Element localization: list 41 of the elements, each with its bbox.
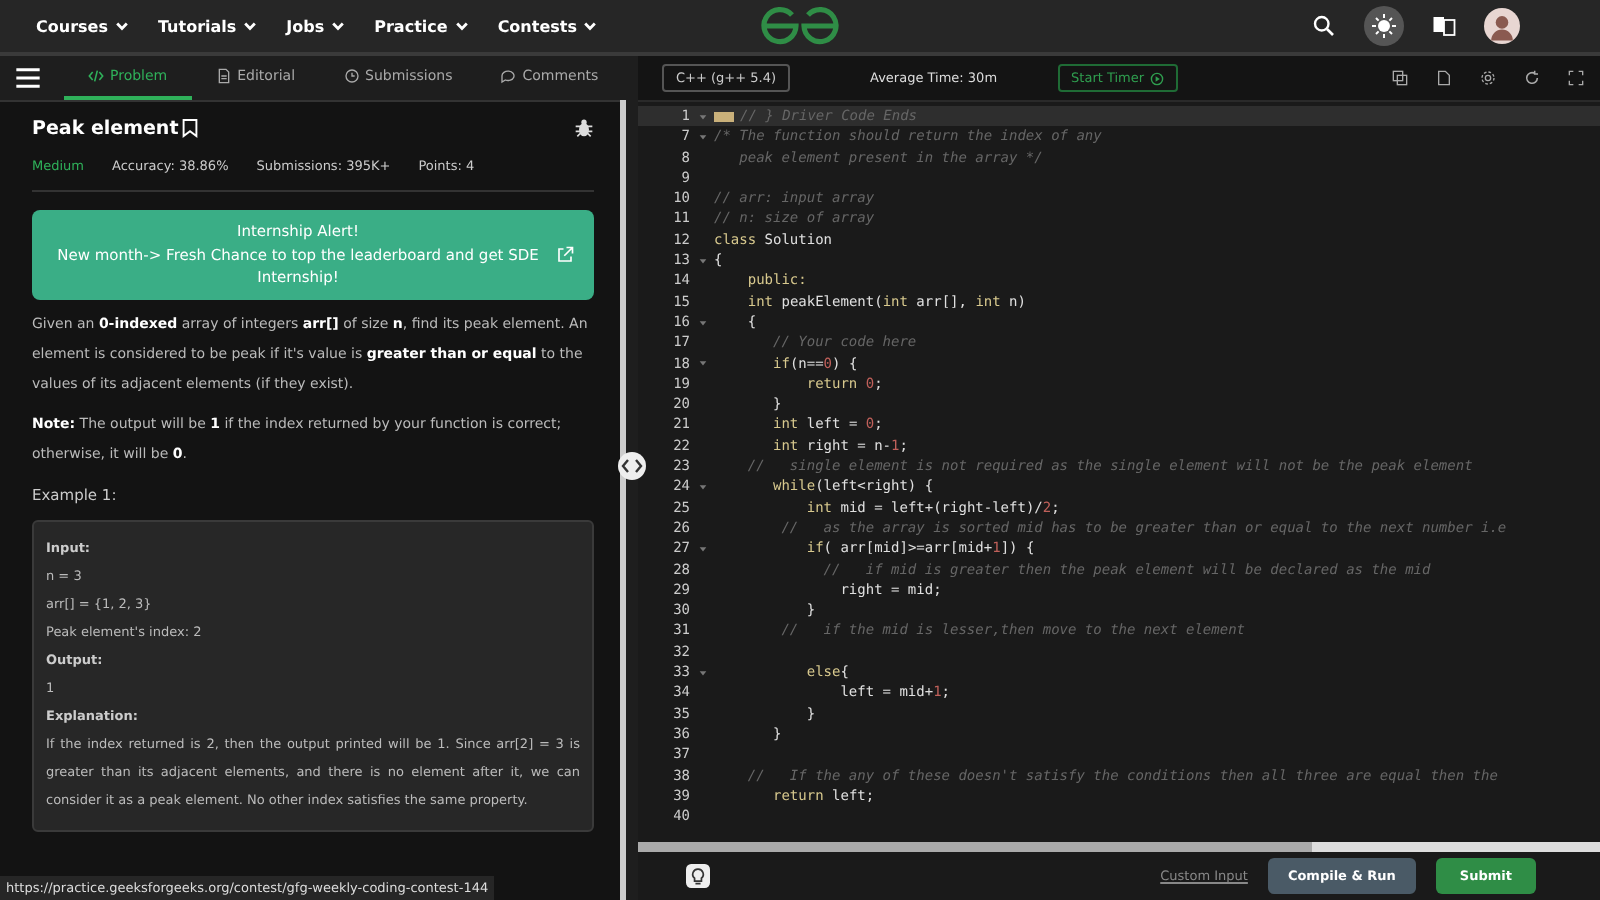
theme-toggle-icon[interactable] [1364, 6, 1404, 46]
fold-arrow-icon[interactable] [697, 358, 707, 369]
search-icon[interactable] [1312, 14, 1336, 38]
folded-code-marker[interactable] [714, 111, 734, 122]
chevron-down-icon [113, 18, 130, 34]
bookmark-icon[interactable] [182, 118, 199, 138]
fold-arrow-icon[interactable] [697, 131, 707, 142]
chat-bubble-icon [500, 68, 517, 84]
fold-arrow-icon[interactable] [697, 317, 707, 328]
code-icon [88, 68, 104, 84]
nav-menu[interactable]: Practice [374, 17, 470, 35]
copy-icon[interactable] [1392, 70, 1408, 86]
clock-icon [343, 68, 360, 84]
lightbulb-icon[interactable] [686, 864, 710, 888]
chevron-down-icon [582, 18, 599, 34]
settings-icon[interactable] [1480, 70, 1496, 86]
file-icon[interactable] [1436, 70, 1452, 86]
bug-icon[interactable] [574, 118, 594, 138]
avatar-icon[interactable] [1484, 8, 1520, 44]
nav-menu[interactable]: Jobs [286, 17, 347, 35]
nav-menu[interactable]: Contests [497, 17, 599, 35]
chevron-down-icon [453, 18, 470, 34]
external-link-icon[interactable] [556, 245, 574, 264]
drag-handle-icon[interactable] [618, 452, 646, 480]
chevron-down-icon [242, 18, 259, 34]
menu-icon[interactable] [16, 68, 40, 88]
chevron-down-icon [330, 18, 347, 34]
fold-arrow-icon[interactable] [697, 255, 707, 266]
fold-arrow-icon[interactable] [697, 111, 707, 122]
translate-icon[interactable] [1432, 14, 1456, 38]
fold-arrow-icon[interactable] [697, 481, 707, 492]
problem-title: Peak element [32, 117, 179, 139]
fullscreen-icon[interactable] [1568, 70, 1584, 86]
nav-menu[interactable]: Courses [36, 17, 130, 35]
logo-icon[interactable] [760, 6, 840, 46]
play-icon [1150, 71, 1165, 85]
reset-icon[interactable] [1524, 70, 1540, 86]
nav-menu[interactable]: Tutorials [157, 17, 259, 35]
document-icon [215, 68, 232, 84]
fold-arrow-icon[interactable] [697, 667, 707, 678]
fold-arrow-icon[interactable] [697, 543, 707, 554]
